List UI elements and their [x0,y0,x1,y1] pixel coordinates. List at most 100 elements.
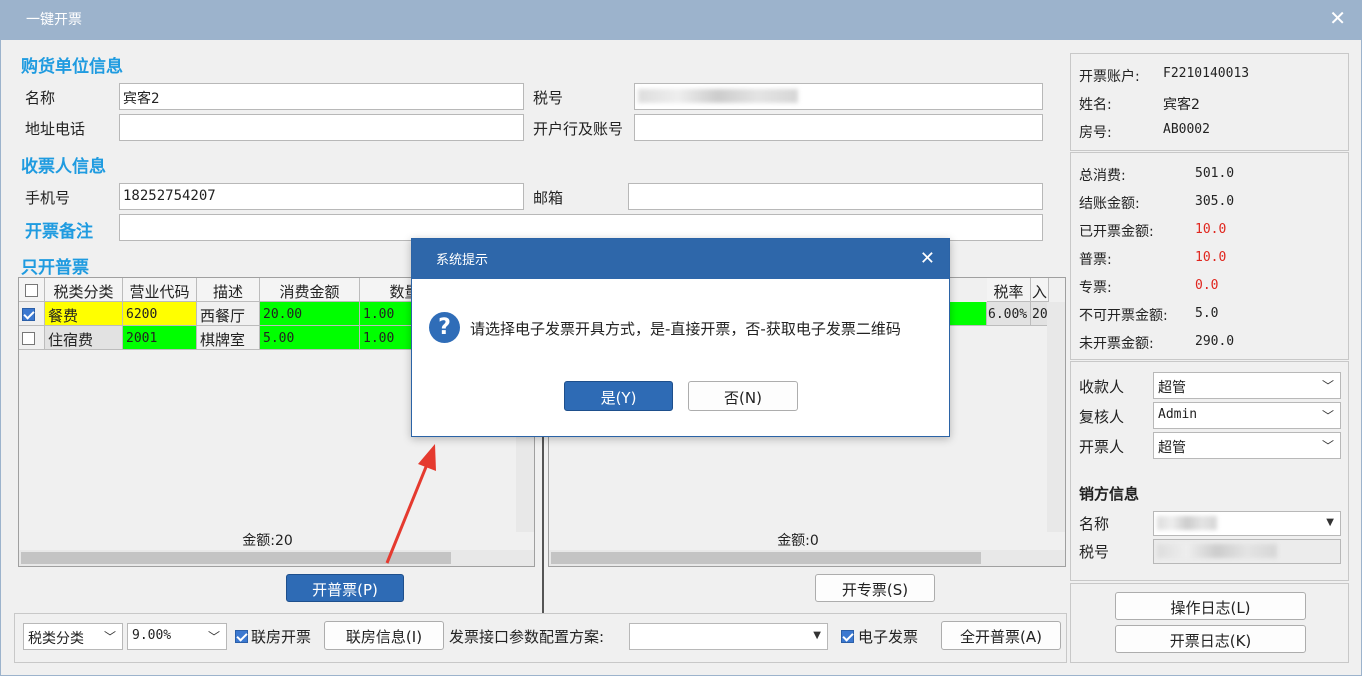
right-horizontal-scrollbar[interactable] [549,550,1065,566]
config-label: 发票接口参数配置方案: [449,628,605,646]
room-value: AB0002 [1163,122,1210,137]
header-extra[interactable]: 入 [1031,278,1049,302]
phone-input[interactable]: 18252754207 [119,183,524,210]
non-invoiceable-label: 不可开票金额: [1079,308,1168,324]
remark-label: 开票备注 [25,222,93,242]
right-total: 金额:0 [777,533,819,549]
seller-name-label: 名称 [1079,515,1110,533]
window-titlebar: 一键开票 ✕ [0,0,1362,40]
tax-rate-select[interactable]: 9.00% ﹀ [127,623,227,650]
chevron-down-icon: ﹀ [1321,409,1334,423]
redacted-seller-taxno [1157,544,1277,558]
invoiced-amount-label: 已开票金额: [1079,224,1154,240]
row-desc: 棋牌室 [197,326,260,350]
select-all-cell [19,278,45,302]
normal-invoice-label: 普票: [1079,252,1112,268]
reviewer-select[interactable]: Admin ﹀ [1153,402,1341,429]
buyer-address-input[interactable] [119,114,524,141]
non-invoiceable-value: 5.0 [1195,306,1219,321]
buyer-name-input[interactable]: 宾客2 [119,83,524,110]
special-invoice-label: 专票: [1079,280,1112,296]
operation-log-button[interactable]: 操作日志(L) [1115,592,1306,620]
buyer-address-label: 地址电话 [25,120,86,138]
header-business-code[interactable]: 营业代码 [123,278,197,302]
normal-invoice-button[interactable]: 开普票(P) [286,574,404,602]
buyer-bank-input[interactable] [634,114,1043,141]
seller-section-title: 销方信息 [1079,485,1140,503]
right-vertical-scrollbar[interactable] [1047,302,1065,532]
seller-name-select[interactable]: ▼ [1153,511,1341,536]
left-horizontal-scrollbar[interactable] [19,550,534,566]
buyer-section-title: 购货单位信息 [21,57,123,77]
window-title: 一键开票 [26,12,82,28]
account-value: F2210140013 [1163,66,1250,81]
redacted-taxno [638,89,798,103]
chevron-down-icon: ▼ [813,630,821,641]
checkout-amount-label: 结账金额: [1079,196,1140,212]
e-invoice-label: 电子发票 [858,628,919,646]
room-info-button[interactable]: 联房信息(I) [324,621,444,650]
only-normal-title: 只开普票 [21,258,89,278]
row-check-cell [19,326,45,350]
tax-category-select[interactable]: 税类分类 ﹀ [23,623,123,650]
special-invoice-value: 0.0 [1195,278,1219,293]
annotation-arrow-icon [385,444,436,564]
header-amount[interactable]: 消费金额 [260,278,360,302]
system-prompt-dialog: 系统提示 ✕ ? 请选择电子发票开具方式，是-直接开票，否-获取电子发票二维码 … [411,238,950,437]
row-desc: 西餐厅 [197,302,260,326]
scroll-thumb[interactable] [551,552,981,564]
account-panel: 开票账户: F2210140013 姓名: 宾客2 房号: AB0002 [1070,53,1349,151]
no-button[interactable]: 否(N) [688,381,798,411]
dialog-close-icon[interactable]: ✕ [920,248,935,269]
linked-room-checkbox[interactable] [235,630,248,643]
dialog-message: 请选择电子发票开具方式，是-直接开票，否-获取电子发票二维码 [470,320,901,338]
config-select[interactable]: ▼ [629,623,828,650]
tax-rate-value: 9.00% [132,628,172,643]
tax-category-value: 税类分类 [28,631,84,647]
seller-taxno-label: 税号 [1079,543,1110,561]
email-input[interactable] [628,183,1043,210]
chevron-down-icon: ﹀ [207,630,220,644]
header-tax-category[interactable]: 税类分类 [45,278,123,302]
email-label: 邮箱 [533,189,564,207]
total-consumption-value: 501.0 [1195,166,1235,181]
reviewer-label: 复核人 [1079,408,1125,426]
e-invoice-checkbox[interactable] [841,630,854,643]
dialog-title: 系统提示 [436,253,489,268]
phone-label: 手机号 [25,189,71,207]
chevron-down-icon: ﹀ [103,630,116,644]
chevron-down-icon: ▼ [1326,517,1334,528]
guest-name-label: 姓名: [1079,97,1112,113]
buyer-taxno-input[interactable] [634,83,1043,110]
linked-room-label: 联房开票 [251,628,312,646]
guest-name-value: 宾客2 [1163,97,1200,113]
special-invoice-button[interactable]: 开专票(S) [815,574,935,602]
all-normal-button[interactable]: 全开普票(A) [941,621,1061,650]
drawer-label: 开票人 [1079,438,1125,456]
amounts-panel: 总消费: 501.0 结账金额: 305.0 已开票金额: 10.0 普票: 1… [1070,152,1349,360]
yes-button[interactable]: 是(Y) [564,381,673,411]
buyer-taxno-label: 税号 [533,89,564,107]
row-code: 2001 [123,326,197,350]
header-description[interactable]: 描述 [197,278,260,302]
close-icon[interactable]: ✕ [1329,8,1346,28]
checkout-amount-value: 305.0 [1195,194,1235,209]
checkbox-checked-icon[interactable] [22,308,35,321]
header-tax-rate[interactable]: 税率 [987,278,1031,302]
payee-select[interactable]: 超管 ﹀ [1153,372,1341,399]
drawer-select[interactable]: 超管 ﹀ [1153,432,1341,459]
invoice-log-button[interactable]: 开票日志(K) [1115,625,1306,653]
uninvoiced-value: 290.0 [1195,334,1235,349]
total-consumption-label: 总消费: [1079,168,1126,184]
remark-input[interactable] [119,214,1043,241]
row-category: 餐费 [45,302,123,326]
row-amount: 5.00 [260,326,360,350]
row-checkbox[interactable] [22,332,35,345]
buyer-name-label: 名称 [25,89,56,107]
drawer-value: 超管 [1158,440,1186,456]
row-category: 住宿费 [45,326,123,350]
row-green-cell [949,302,987,326]
reviewer-value: Admin [1158,407,1198,422]
select-all-checkbox[interactable] [25,284,38,297]
redacted-seller-name [1157,516,1217,530]
